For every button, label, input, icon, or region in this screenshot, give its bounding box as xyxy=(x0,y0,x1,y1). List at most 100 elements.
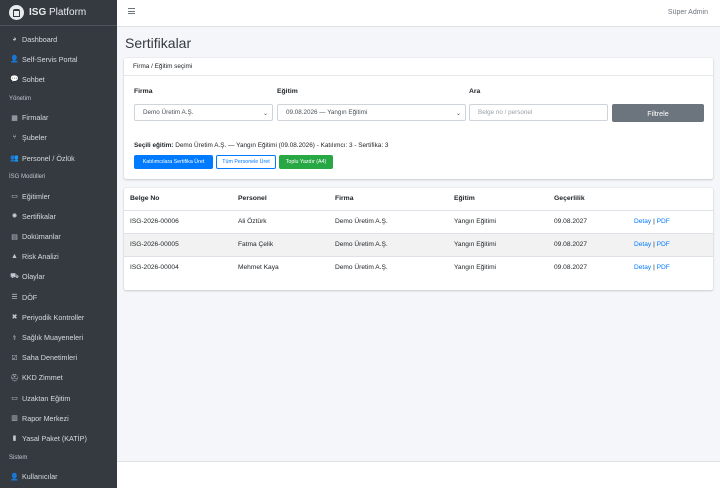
filter-card: Firma / Eğitim seçimi Firma Demo Üretim … xyxy=(124,58,713,179)
generate-participants-certificates-button[interactable]: Katılımcılara Sertifika Üret xyxy=(134,155,213,169)
cell-firma: Demo Üretim A.Ş. xyxy=(335,264,388,271)
sidebar-item[interactable]: ▲ Risk Analizi xyxy=(0,247,117,267)
sidebar-item[interactable]: ◕ Dashboard xyxy=(0,29,117,49)
egitim-select[interactable]: 09.08.2026 — Yangın Eğitimi ⌄ xyxy=(277,104,466,121)
sidebar-item[interactable]: ☑ Saha Denetimleri xyxy=(0,348,117,368)
sidebar-item[interactable]: 💬 Sohbet xyxy=(0,69,117,89)
cell-gecerlilik: 09.08.2027 xyxy=(554,241,588,248)
table-row: ISG-2026-00005 Fatma Çelik Demo Üretim A.Ş… xyxy=(124,233,713,256)
users-icon: 👥 xyxy=(10,155,19,163)
building-icon: ▦ xyxy=(11,114,18,122)
sidebar-item[interactable]: ☰ DÖF xyxy=(0,287,117,307)
filter-card-header: Firma / Eğitim seçimi xyxy=(124,58,713,76)
sidebar-item-label: Self-Servis Portal xyxy=(22,54,78,64)
cell-personel: Mehmet Kaya xyxy=(238,264,279,271)
generate-all-personnel-button[interactable]: Tüm Personele Üret xyxy=(216,155,276,169)
sidebar-item-label: Sertifikalar xyxy=(22,211,56,221)
pdf-link[interactable]: PDF xyxy=(657,218,670,225)
stethoscope-icon: ⚕ xyxy=(12,334,17,342)
document-icon: ▤ xyxy=(11,233,18,241)
firma-label: Firma xyxy=(134,88,153,95)
dashboard-icon: ◕ xyxy=(12,35,17,43)
column-header-firma: Firma xyxy=(335,195,354,202)
page-title: Sertifikalar xyxy=(125,35,192,51)
brand-logo-icon xyxy=(9,5,24,20)
certificates-table: Belge No Personel Firma Eğitim Geçerlili… xyxy=(124,188,713,290)
cell-belge-no: ISG-2026-00004 xyxy=(130,264,179,271)
ara-label: Ara xyxy=(469,88,481,95)
detail-link[interactable]: Detay xyxy=(634,241,651,248)
sidebar-nav: ◕ Dashboard 👤 Self-Servis Portal 💬 Sohbet Yöne… xyxy=(0,26,117,487)
selected-training-text: Demo Üretim A.Ş. — Yangın Eğitimi (09.08… xyxy=(175,142,389,149)
cell-firma: Demo Üretim A.Ş. xyxy=(335,218,388,225)
sidebar-item[interactable]: ✖ Periyodik Kontroller xyxy=(0,307,117,327)
cell-gecerlilik: 09.08.2027 xyxy=(554,264,588,271)
sidebar-item[interactable]: ▮ Yasal Paket (KATİP) xyxy=(0,428,117,448)
sidebar-item-label: Kullanıcılar xyxy=(22,472,58,482)
sidebar-item[interactable]: ⛟ Olaylar xyxy=(0,267,117,287)
topbar: Süper Admin xyxy=(117,0,720,27)
firma-select-value: Demo Üretim A.Ş. xyxy=(143,109,194,116)
chevron-down-icon: ⌄ xyxy=(262,111,268,117)
row-actions: Detay | PDF xyxy=(634,264,670,271)
sidebar-item-label: Dashboard xyxy=(22,34,58,44)
sidebar-item[interactable]: ⑂ Şubeler xyxy=(0,128,117,148)
sidebar-item[interactable]: 👤 Kullanıcılar xyxy=(0,467,117,487)
detail-link[interactable]: Detay xyxy=(634,218,651,225)
sidebar-item[interactable]: ▤ Dokümanlar xyxy=(0,227,117,247)
sidebar-section-header: İSG Modülleri xyxy=(9,174,46,181)
sidebar-item[interactable]: ⛑ KKD Zimmet xyxy=(0,368,117,388)
cell-gecerlilik: 09.08.2027 xyxy=(554,218,588,225)
table-row: ISG-2026-00004 Mehmet Kaya Demo Üretim A.Ş… xyxy=(124,256,713,279)
cell-personel: Ali Öztürk xyxy=(238,218,267,225)
sidebar-section-header: Sistem xyxy=(9,454,28,461)
table-row: ISG-2026-00006 Ali Öztürk Demo Üretim A.Ş.… xyxy=(124,210,713,233)
menu-toggle-icon[interactable] xyxy=(128,8,135,14)
filter-button[interactable]: Filtrele xyxy=(612,104,704,122)
pdf-link[interactable]: PDF xyxy=(657,264,670,271)
sidebar-item-label: Saha Denetimleri xyxy=(22,353,78,363)
column-header-belge-no: Belge No xyxy=(130,195,160,202)
sidebar-item[interactable]: ▦ Firmalar xyxy=(0,108,117,128)
certificate-icon: ✹ xyxy=(11,213,18,221)
bulk-print-button[interactable]: Toplu Yazdır (A4) xyxy=(279,155,333,169)
ambulance-icon: ⛟ xyxy=(10,273,19,281)
sidebar-item[interactable]: 👤 Self-Servis Portal xyxy=(0,49,117,69)
user-gear-icon: 👤 xyxy=(10,473,19,481)
sidebar-item[interactable]: 👥 Personel / Özlük xyxy=(0,148,117,168)
cell-firma: Demo Üretim A.Ş. xyxy=(335,241,388,248)
pdf-link[interactable]: PDF xyxy=(657,241,670,248)
sidebar-item[interactable]: ▥ Rapor Merkezi xyxy=(0,408,117,428)
detail-link[interactable]: Detay xyxy=(634,264,651,271)
sidebar-item[interactable]: ⚕ Sağlık Muayeneleri xyxy=(0,327,117,347)
chart-icon: ▥ xyxy=(11,415,18,423)
sidebar-item[interactable]: ▭ Eğitimler xyxy=(0,186,117,206)
chevron-down-icon: ⌄ xyxy=(455,111,461,117)
column-header-gecerlilik: Geçerlilik xyxy=(554,195,585,202)
sidebar-item-label: Uzaktan Eğitim xyxy=(22,393,71,403)
list-icon: ☰ xyxy=(11,294,18,302)
sidebar-item[interactable]: ✹ Sertifikalar xyxy=(0,206,117,226)
file-icon: ▮ xyxy=(12,435,17,443)
sidebar-item-label: Şubeler xyxy=(22,133,47,143)
sidebar-item[interactable]: ▭ Uzaktan Eğitim xyxy=(0,388,117,408)
row-actions: Detay | PDF xyxy=(634,241,670,248)
brand-suffix: Platform xyxy=(49,7,87,18)
user-menu[interactable]: Süper Admin xyxy=(668,9,708,16)
sidebar-item-label: Sağlık Muayeneleri xyxy=(22,333,84,343)
search-input[interactable]: Belge no / personel xyxy=(469,104,608,121)
column-header-egitim: Eğitim xyxy=(454,195,475,202)
brand-text: ISG Platform xyxy=(29,7,86,18)
cell-belge-no: ISG-2026-00006 xyxy=(130,218,179,225)
row-actions: Detay | PDF xyxy=(634,218,670,225)
sidebar-item-label: Dokümanlar xyxy=(22,232,61,242)
sidebar: ISG Platform ◕ Dashboard 👤 Self-Servis Port… xyxy=(0,0,117,488)
egitim-label: Eğitim xyxy=(277,88,298,95)
sidebar-item-label: Yasal Paket (KATİP) xyxy=(22,433,87,443)
sidebar-item-label: KKD Zimmet xyxy=(22,373,63,383)
chat-icon: 💬 xyxy=(10,76,19,84)
brand[interactable]: ISG Platform xyxy=(0,0,117,26)
sidebar-item-label: Eğitimler xyxy=(22,191,50,201)
sidebar-item-label: Sohbet xyxy=(22,74,45,84)
firma-select[interactable]: Demo Üretim A.Ş. ⌄ xyxy=(134,104,273,121)
